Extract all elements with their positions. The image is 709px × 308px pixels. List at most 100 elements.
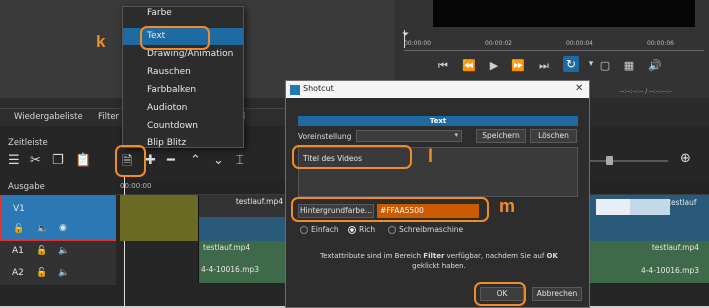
track-head-v1[interactable]: V1 🔓 🔈 ◉: [0, 195, 116, 241]
split-icon[interactable]: ⌶: [236, 153, 244, 168]
menu-item-countdown[interactable]: Countdown: [123, 118, 243, 135]
clip-label: testlauf.mp4: [235, 197, 283, 206]
callout-letter-l: l: [428, 146, 434, 166]
callout-open-other: [115, 145, 146, 177]
copy-icon[interactable]: ❐: [52, 153, 64, 168]
timecode-6: 00:00:06: [647, 40, 674, 47]
mode-typewriter-radio[interactable]: Schreibmaschine: [388, 225, 463, 234]
a2-clip-audio[interactable]: 4-4-10016.mp3: [198, 263, 285, 283]
mode-simple-label: Einfach: [311, 225, 339, 234]
volume-icon[interactable]: 🔊: [648, 59, 662, 72]
cancel-button[interactable]: Abbrechen: [532, 287, 582, 301]
chevron-down-icon: ▾: [454, 131, 458, 139]
timecode-2: 00:00:02: [485, 40, 512, 47]
radio-unchecked-icon: [300, 226, 308, 234]
info-text-part: Textattribute sind im Bereich: [320, 252, 424, 260]
mute-icon[interactable]: 🔈: [58, 246, 69, 256]
video-thumbnail: [596, 199, 630, 215]
mode-rich-radio[interactable]: Rich: [348, 225, 375, 234]
clip-label: 4-4-10016.mp3: [201, 265, 260, 274]
video-preview: [433, 0, 695, 27]
play-icon[interactable]: ▶: [487, 59, 501, 72]
radio-checked-icon: [348, 226, 356, 234]
lock-icon[interactable]: 🔓: [13, 224, 24, 234]
mode-typewriter-label: Schreibmaschine: [399, 225, 464, 234]
preset-label: Voreinstellung: [298, 132, 352, 141]
info-text-ok: OK: [546, 252, 558, 260]
track-name-a2: A2: [12, 268, 24, 278]
zoom-slider-handle[interactable]: [606, 156, 613, 165]
loop-dropdown-icon[interactable]: ▾: [584, 59, 598, 69]
fast-forward-icon[interactable]: ⏩: [511, 59, 525, 72]
output-label: Ausgabe: [8, 182, 45, 192]
video-thumbnail: [630, 199, 670, 215]
zoom-slider-track[interactable]: [588, 160, 668, 162]
delete-preset-button[interactable]: Löschen: [530, 129, 577, 143]
radio-unchecked-icon: [388, 226, 396, 234]
clip-label: testlauf: [668, 198, 697, 207]
zoom-in-icon[interactable]: ⊕: [680, 151, 691, 166]
dialog-titlebar: Shotcut ✕: [286, 81, 589, 98]
callout-ok-button: [474, 282, 526, 306]
clip-label: testlauf.mp4: [203, 243, 251, 252]
track-head-a1[interactable]: A1 🔓 🔈: [0, 241, 116, 264]
mute-icon[interactable]: 🔈: [58, 268, 69, 278]
info-text-part: geklickt haben.: [412, 262, 466, 270]
track-name-v1: V1: [13, 204, 25, 214]
append-icon[interactable]: ✚: [145, 153, 156, 168]
tab-playlist[interactable]: Wiedergabeliste: [14, 112, 83, 122]
text-dialog: Shotcut ✕ Text Voreinstellung ▾ Speicher…: [285, 80, 590, 308]
info-text-filter: Filter: [423, 252, 445, 260]
text-clip[interactable]: [120, 195, 198, 241]
shotcut-logo-icon: [290, 85, 300, 95]
mode-rich-label: Rich: [359, 225, 376, 234]
callout-menu-text: [140, 26, 210, 50]
dialog-section-header: Text: [298, 116, 578, 126]
save-preset-button[interactable]: Speichern: [476, 129, 526, 143]
player-ruler-line: [404, 50, 704, 51]
dialog-info-text: Textattribute sind im Bereich Filter ver…: [306, 251, 572, 271]
v1-clip-testlauf[interactable]: testlauf.mp4: [198, 195, 285, 241]
zoom-icon[interactable]: ▢: [598, 59, 612, 72]
a1-clip-testlauf-2[interactable]: testlauf.mp4: [588, 241, 709, 263]
tab-filter[interactable]: Filter: [98, 112, 119, 122]
lift-icon[interactable]: ⌃: [190, 153, 201, 168]
callout-background-color: [291, 197, 489, 222]
shotcut-window: ⏷ 00:00:00 00:00:02 00:00:04 00:00:06 ⏮ …: [0, 0, 709, 308]
skip-to-end-icon[interactable]: ⏭: [537, 59, 551, 73]
menu-item-farbbalken[interactable]: Farbbalken: [123, 82, 243, 99]
menu-item-farbe[interactable]: Farbe: [123, 5, 243, 22]
track-name-a1: A1: [12, 246, 24, 256]
callout-letter-k: k: [96, 32, 106, 51]
overwrite-icon[interactable]: ⌄: [213, 153, 224, 168]
timeline-menu-icon[interactable]: ☰: [8, 153, 20, 168]
a1-clip-testlauf[interactable]: testlauf.mp4: [198, 241, 285, 263]
timeline-label: Zeitleiste: [8, 138, 48, 148]
cut-icon[interactable]: ✂: [30, 153, 41, 168]
mute-icon[interactable]: 🔈: [37, 224, 48, 234]
rewind-icon[interactable]: ⏪: [462, 59, 476, 72]
a2-clip-audio-2[interactable]: 4-4-10016.mp3: [588, 263, 709, 283]
remove-icon[interactable]: ━: [167, 153, 175, 168]
visibility-icon[interactable]: ◉: [59, 223, 67, 233]
menu-item-audioton[interactable]: Audioton: [123, 100, 243, 117]
callout-letter-m: m: [499, 196, 516, 216]
callout-text-input: [292, 145, 412, 169]
mode-simple-radio[interactable]: Einfach: [300, 225, 339, 234]
dialog-title: Shotcut: [303, 84, 334, 93]
timecode-0: 00:00:00: [404, 40, 431, 47]
lock-icon[interactable]: 🔓: [36, 268, 47, 278]
track-head-a2[interactable]: A2 🔓 🔈: [0, 263, 116, 286]
close-icon[interactable]: ✕: [575, 83, 583, 94]
lock-icon[interactable]: 🔓: [36, 246, 47, 256]
loop-icon[interactable]: ↻: [563, 56, 579, 72]
grid-icon[interactable]: ▦: [622, 59, 636, 72]
time-display: --:--:--:-- / --:--:--:--: [620, 88, 673, 95]
menu-item-rauschen[interactable]: Rauschen: [123, 64, 243, 81]
skip-to-start-icon[interactable]: ⏮: [436, 59, 450, 73]
timecode-4: 00:00:04: [566, 40, 593, 47]
preset-select[interactable]: ▾: [356, 130, 462, 142]
paste-icon[interactable]: 📋: [75, 153, 91, 168]
info-text-part: verfügbar, nachdem Sie auf: [444, 252, 547, 260]
v1-clip-testlauf-2[interactable]: testlauf: [588, 195, 709, 241]
